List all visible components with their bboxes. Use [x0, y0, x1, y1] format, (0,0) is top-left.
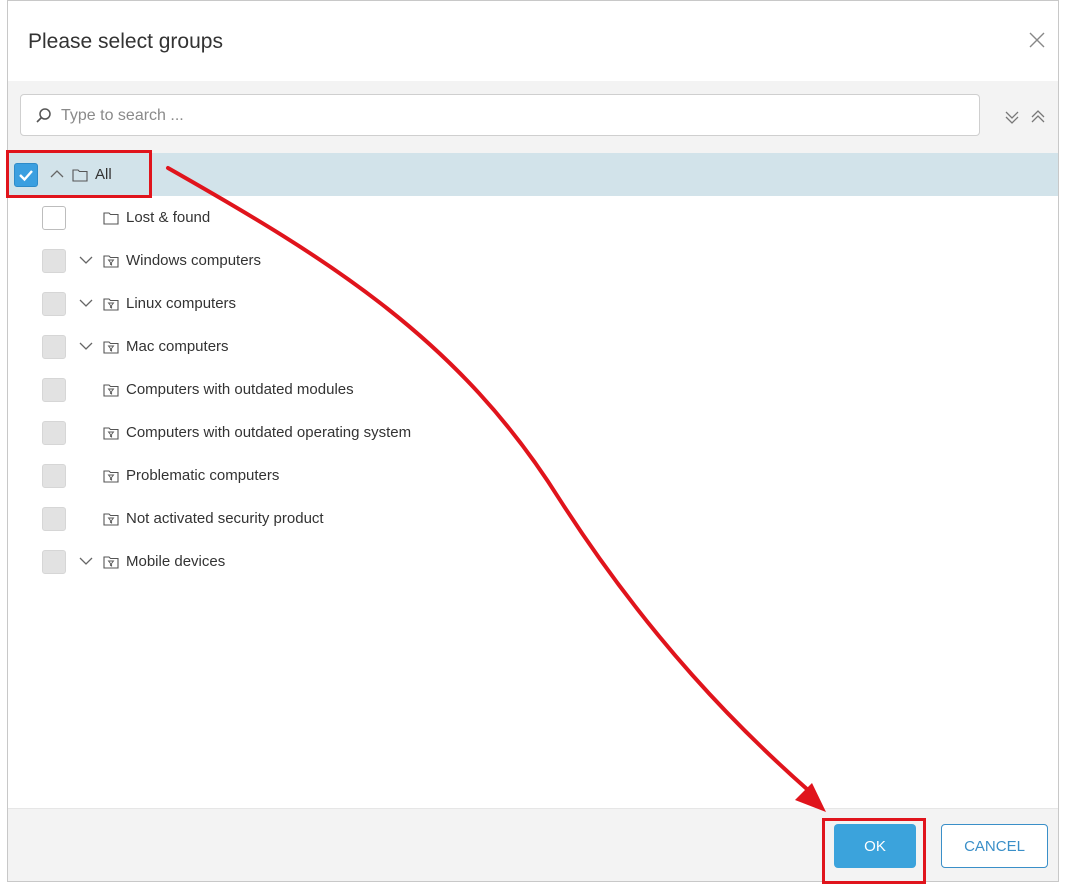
double-chevron-down-icon[interactable] — [1003, 109, 1021, 130]
group-tree: All Lost & found Windows computers Linux… — [8, 153, 1058, 583]
checkbox-outdated-modules[interactable] — [42, 378, 66, 402]
search-box — [20, 94, 980, 137]
tree-label: Computers with outdated modules — [126, 381, 354, 398]
chevron-up-icon[interactable] — [50, 167, 64, 181]
dynamic-group-icon — [103, 297, 119, 311]
tree-row-outdated-os[interactable]: Computers with outdated operating system — [8, 411, 1058, 454]
checkbox-all[interactable] — [14, 163, 38, 187]
tree-row-lost-found[interactable]: Lost & found — [8, 196, 1058, 239]
dialog-header: Please select groups — [8, 1, 1058, 82]
dynamic-group-icon — [103, 469, 119, 483]
tree-row-linux-computers[interactable]: Linux computers — [8, 282, 1058, 325]
checkbox-problematic-computers[interactable] — [42, 464, 66, 488]
tree-row-mobile-devices[interactable]: Mobile devices — [8, 540, 1058, 583]
dynamic-group-icon — [103, 426, 119, 440]
checkbox-outdated-os[interactable] — [42, 421, 66, 445]
dynamic-group-icon — [103, 512, 119, 526]
cancel-button[interactable]: CANCEL — [941, 824, 1048, 868]
dialog-title: Please select groups — [28, 30, 223, 53]
checkbox-mobile-devices[interactable] — [42, 550, 66, 574]
chevron-down-icon[interactable] — [79, 253, 93, 267]
tree-label: Problematic computers — [126, 467, 280, 484]
chevron-down-icon[interactable] — [79, 554, 93, 568]
tree-label: Windows computers — [126, 252, 262, 269]
select-groups-dialog: Please select groups Type to search ... … — [7, 0, 1059, 882]
close-icon[interactable] — [1024, 27, 1050, 53]
checkbox-linux-computers[interactable] — [42, 292, 66, 316]
tree-label: All — [95, 166, 112, 183]
search-bar — [8, 81, 1058, 153]
tree-row-windows-computers[interactable]: Windows computers — [8, 239, 1058, 282]
double-chevron-up-icon[interactable] — [1029, 109, 1047, 130]
tree-label: Mac computers — [126, 338, 229, 355]
dynamic-group-icon — [103, 340, 119, 354]
search-icon — [35, 107, 53, 130]
checkbox-not-activated[interactable] — [42, 507, 66, 531]
tree-row-outdated-modules[interactable]: Computers with outdated modules — [8, 368, 1058, 411]
tree-label: Linux computers — [126, 295, 237, 312]
dynamic-group-icon — [103, 555, 119, 569]
dialog-footer: OK CANCEL — [8, 808, 1058, 881]
dynamic-group-icon — [103, 254, 119, 268]
ok-button[interactable]: OK — [834, 824, 916, 868]
checkbox-lost-found[interactable] — [42, 206, 66, 230]
search-input[interactable] — [59, 95, 963, 137]
checkbox-mac-computers[interactable] — [42, 335, 66, 359]
tree-row-not-activated[interactable]: Not activated security product — [8, 497, 1058, 540]
tree-label: Mobile devices — [126, 553, 226, 570]
tree-label: Lost & found — [126, 209, 211, 226]
tree-label: Not activated security product — [126, 510, 324, 527]
tree-label: Computers with outdated operating system — [126, 424, 412, 441]
chevron-down-icon[interactable] — [79, 339, 93, 353]
chevron-down-icon[interactable] — [79, 296, 93, 310]
dynamic-group-icon — [103, 383, 119, 397]
folder-icon — [72, 168, 88, 182]
tree-row-mac-computers[interactable]: Mac computers — [8, 325, 1058, 368]
checkbox-windows-computers[interactable] — [42, 249, 66, 273]
folder-icon — [103, 211, 119, 225]
tree-row-all[interactable]: All — [8, 153, 1058, 196]
tree-row-problematic-computers[interactable]: Problematic computers — [8, 454, 1058, 497]
